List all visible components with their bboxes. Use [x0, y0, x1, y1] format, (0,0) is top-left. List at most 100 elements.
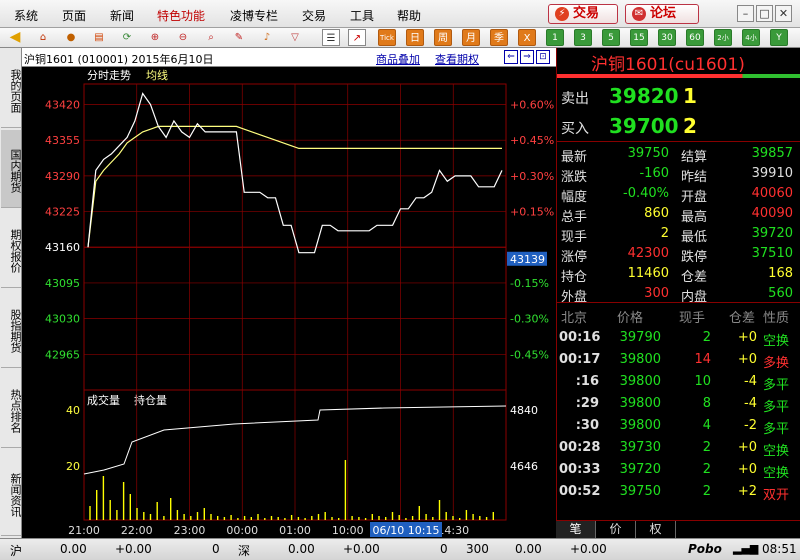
alert-icon[interactable]: ♪ — [258, 29, 276, 46]
tab-index-futures[interactable]: 股指期货 — [1, 290, 22, 368]
filter-icon[interactable]: ▽ — [286, 29, 304, 46]
tab-prices[interactable]: 价 — [596, 521, 636, 538]
close-button[interactable]: ✕ — [775, 5, 792, 22]
tick-cell: +0 — [737, 440, 757, 455]
tick-row: 00:16 39790 2 +0 空换 — [557, 328, 800, 349]
bid-ask-bar — [557, 74, 800, 78]
menu-features[interactable]: 特色功能 — [157, 7, 205, 24]
pct-tick-label: -0.45% — [510, 348, 549, 361]
x-tick-label: 10:00 — [332, 524, 364, 537]
list-icon[interactable]: ☰ — [322, 29, 340, 46]
tab-news[interactable]: 新闻资讯 — [1, 450, 22, 536]
min5-button[interactable]: 5 — [602, 29, 620, 46]
status-bar: 沪 0.00 +0.00 0 深 0.00 +0.00 0 300 0.00 +… — [0, 538, 800, 560]
tick-cell: -4 — [744, 374, 757, 389]
tick-button[interactable]: Tick — [378, 29, 396, 46]
tick-cell: +0 — [737, 352, 757, 367]
month-button[interactable]: 月 — [462, 29, 480, 46]
pen-icon[interactable]: ✎ — [230, 29, 248, 46]
buy-price: 39700 — [609, 114, 679, 138]
stat-label: 昨结 — [681, 170, 708, 185]
divider — [557, 302, 800, 303]
menu-news[interactable]: 新闻 — [110, 7, 134, 24]
quote-stat-row: 持仓 11460 仓差 168 — [557, 264, 800, 285]
current-price-tag-label: 43139 — [510, 253, 545, 266]
tab-my-page[interactable]: 我的页面 — [1, 50, 22, 128]
sell-row: 卖出 39820 1 — [557, 84, 800, 110]
chart-panel[interactable]: 沪铜1601 (010001) 2015年6月10日 商品叠加 查看期权 ⇐ ⇒… — [22, 48, 556, 538]
tick-header-cell: 性质 — [763, 311, 790, 326]
tick-cell: 空换 — [763, 334, 790, 349]
chat-icon: ✉ — [632, 7, 646, 21]
home-icon[interactable]: ⌂ — [34, 29, 52, 46]
status-change: +0.00 — [570, 542, 607, 556]
signal-icon: ▂▄▆ — [733, 542, 759, 555]
quote-stat-row: 幅度 -0.40% 开盘 40060 — [557, 184, 800, 205]
buy-label: 买入 — [561, 121, 589, 137]
min15-button[interactable]: 15 — [630, 29, 648, 46]
day-button[interactable]: 日 — [406, 29, 424, 46]
price-tick-label: 42965 — [45, 348, 80, 361]
tick-cell: +0 — [737, 330, 757, 345]
trade-button[interactable]: ⚡ 交易 — [548, 4, 618, 24]
back-icon[interactable]: ◀ — [6, 29, 24, 46]
min30-button[interactable]: 30 — [658, 29, 676, 46]
min3-button[interactable]: 3 — [574, 29, 592, 46]
tab-option-quotes[interactable]: 期权报价 — [1, 210, 22, 288]
zoom-in-icon[interactable]: ⊕ — [146, 29, 164, 46]
status-index: 0.00 — [515, 542, 542, 556]
menu-help[interactable]: 帮助 — [397, 7, 421, 24]
chart-icon[interactable]: ↗ — [348, 29, 366, 46]
price-tick-label: 43030 — [45, 313, 80, 326]
minimize-button[interactable]: – — [737, 5, 754, 22]
stat-label: 最低 — [681, 230, 708, 245]
tick-cell: 2 — [702, 462, 711, 477]
menu-trade[interactable]: 交易 — [302, 7, 326, 24]
sz-label: 深 — [238, 544, 251, 558]
sell-volume: 1 — [683, 84, 697, 108]
tab-rights[interactable]: 权 — [636, 521, 676, 538]
tick-cell: :29 — [575, 396, 599, 411]
maximize-button[interactable]: □ — [756, 5, 773, 22]
tab-hot-ranking[interactable]: 热点排名 — [1, 370, 22, 448]
search-icon[interactable]: ⌕ — [202, 29, 220, 46]
x-button[interactable]: X — [518, 29, 536, 46]
tick-cell: 2 — [702, 484, 711, 499]
coin-icon[interactable]: ● — [62, 29, 80, 46]
label-avg: 均线 — [146, 68, 168, 82]
oi-tick-label: 4840 — [510, 404, 538, 417]
sz-index: 0.00 — [288, 542, 315, 556]
news-icon[interactable]: ▤ — [90, 29, 108, 46]
tick-row: 00:33 39720 2 +0 空换 — [557, 460, 800, 481]
stat-label: 结算 — [681, 150, 708, 165]
stat-label: 最高 — [681, 210, 708, 225]
week-button[interactable]: 周 — [434, 29, 452, 46]
menu-page[interactable]: 页面 — [62, 7, 86, 24]
pct-tick-label: +0.15% — [510, 206, 554, 219]
hour4-button[interactable]: 4小时 — [742, 29, 760, 59]
tab-domestic-futures[interactable]: 国内期货 — [1, 130, 22, 208]
divider — [557, 141, 800, 142]
min60-button[interactable]: 60 — [686, 29, 704, 46]
label-timeshare: 分时走势 — [87, 69, 131, 82]
volume-tick-label: 20 — [66, 460, 80, 473]
forum-button[interactable]: ✉ 论坛 — [625, 4, 699, 24]
menu-bar: 系统 页面 新闻 特色功能 凌博专栏 交易 工具 帮助 ⚡ 交易 ✉ 论坛 – … — [0, 0, 800, 28]
zoom-out-icon[interactable]: ⊖ — [174, 29, 192, 46]
tick-cell: 2 — [702, 440, 711, 455]
hour2-button[interactable]: 2小时 — [714, 29, 732, 59]
brand-logo: Pobo — [688, 542, 722, 556]
tick-cell: 39730 — [619, 440, 661, 455]
min1-button[interactable]: 1 — [546, 29, 564, 46]
x-tick-label: 23:00 — [174, 524, 206, 537]
tick-cell: 多平 — [763, 378, 790, 393]
menu-tools[interactable]: 工具 — [350, 7, 374, 24]
tick-cell: 00:52 — [559, 484, 601, 499]
refresh-icon[interactable]: ⟳ — [118, 29, 136, 46]
menu-system[interactable]: 系统 — [14, 7, 38, 24]
year-button[interactable]: Y — [770, 29, 788, 46]
quote-title: 沪铜1601(cu1601) — [591, 55, 745, 75]
menu-column[interactable]: 凌博专栏 — [230, 7, 278, 24]
tab-trades[interactable]: 笔 — [556, 521, 596, 538]
season-button[interactable]: 季 — [490, 29, 508, 46]
